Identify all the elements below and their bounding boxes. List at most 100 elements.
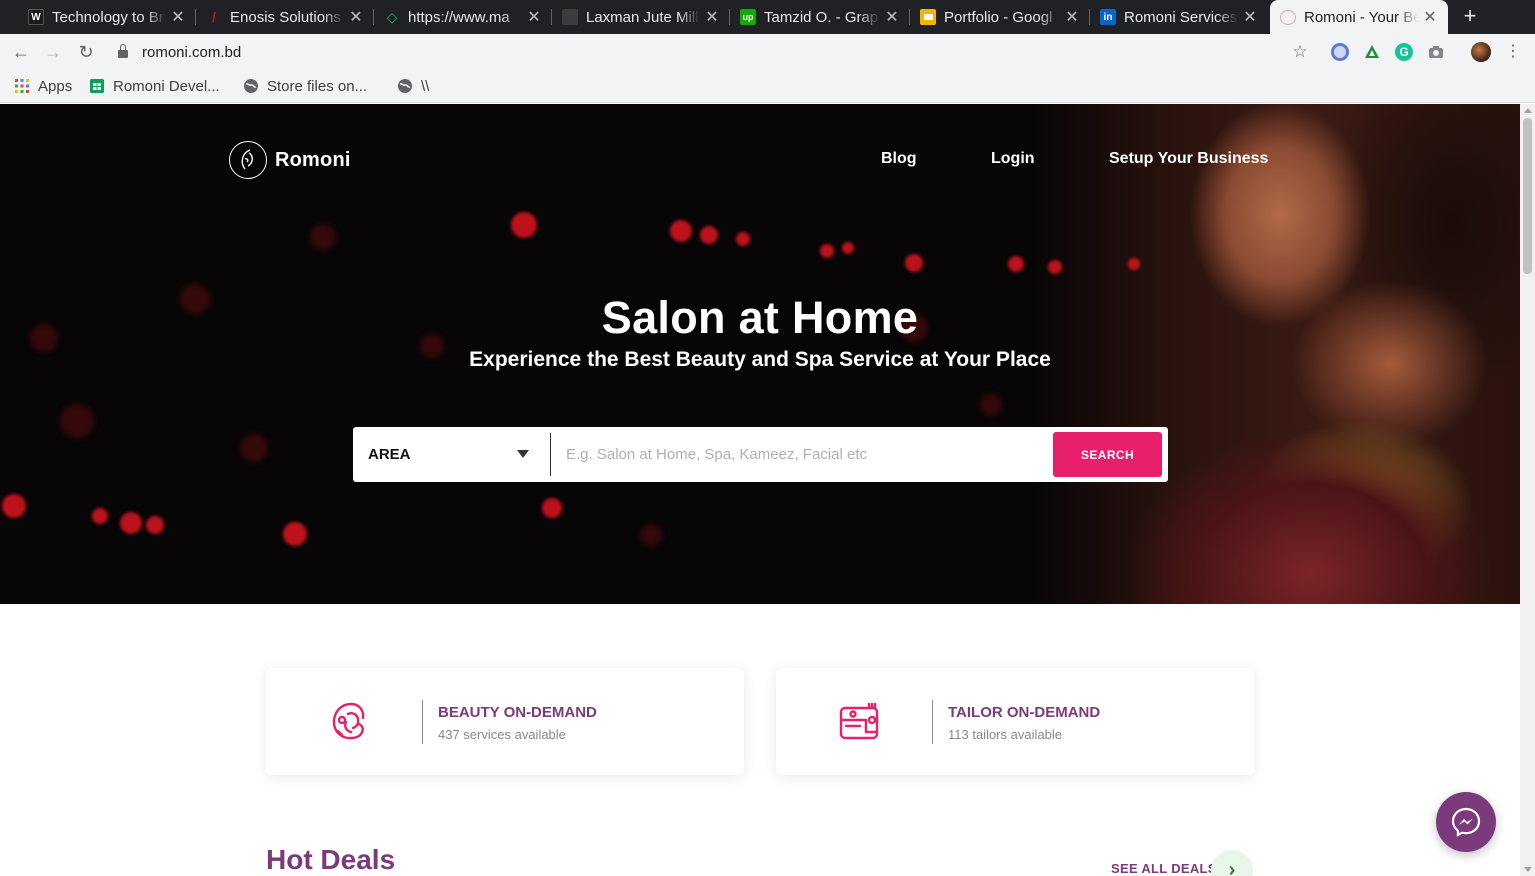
bokeh-light <box>905 254 923 272</box>
new-tab-button[interactable]: + <box>1457 4 1483 30</box>
service-title: TAILOR ON-DEMAND <box>948 704 1101 721</box>
nav-link-setup-business[interactable]: Setup Your Business <box>1109 150 1268 168</box>
bookmark-romoni-devel[interactable]: Romoni Devel... <box>89 76 220 96</box>
browser-tab[interactable]: Portfolio - Googl ✕ <box>910 0 1090 34</box>
bokeh-light <box>542 498 562 518</box>
sewing-machine-icon <box>839 702 879 740</box>
back-arrow-icon[interactable]: ← <box>8 40 34 66</box>
hero-section: Romoni Blog Login Setup Your Business Sa… <box>0 104 1520 604</box>
nav-link-login[interactable]: Login <box>991 150 1035 168</box>
close-tab-icon[interactable]: ✕ <box>348 7 364 27</box>
brand-logo[interactable]: Romoni <box>229 141 351 179</box>
bokeh-light <box>640 524 662 546</box>
bokeh-light <box>310 224 336 250</box>
bokeh-light <box>120 512 142 534</box>
search-button[interactable]: SEARCH <box>1053 432 1162 477</box>
close-tab-icon[interactable]: ✕ <box>1242 7 1258 27</box>
card-divider <box>932 700 933 744</box>
bookmark-label: Store files on... <box>267 77 368 95</box>
hot-deals-heading: Hot Deals <box>266 844 396 875</box>
brand-name: Romoni <box>275 148 351 171</box>
camera-icon[interactable] <box>1427 43 1445 61</box>
bookmark-network-share[interactable]: \\ <box>397 76 429 96</box>
globe-icon <box>398 79 412 93</box>
bokeh-light <box>1048 260 1062 274</box>
search-bar: AREA SEARCH <box>353 427 1168 482</box>
browser-tab-active[interactable]: Romoni - Your Be ✕ <box>1270 0 1448 34</box>
extension-icon[interactable] <box>1331 43 1349 61</box>
bokeh-light <box>92 508 108 524</box>
bokeh-light <box>2 494 26 518</box>
bookmark-store-files[interactable]: Store files on... <box>243 76 367 96</box>
scroll-down-arrow-icon[interactable] <box>1524 867 1532 872</box>
tab-title: Tamzid O. - Grap <box>764 8 879 26</box>
hero-subtitle: Experience the Best Beauty and Spa Servi… <box>469 348 1051 371</box>
browser-menu-icon[interactable]: ⋮ <box>1500 40 1526 66</box>
service-card-tailor[interactable]: TAILOR ON-DEMAND 113 tailors available <box>776 668 1254 775</box>
bokeh-light <box>1008 256 1024 272</box>
bokeh-light <box>283 522 307 546</box>
url-text: romoni.com.bd <box>142 43 242 61</box>
bookmark-label: Apps <box>38 77 73 95</box>
scrollbar-thumb[interactable] <box>1523 118 1532 274</box>
see-all-deals-link[interactable]: SEE ALL DEALS <box>1111 861 1217 876</box>
messenger-chat-button[interactable] <box>1436 792 1496 852</box>
browser-toolbar: ← → ↻ romoni.com.bd ☆ G ⋮ <box>0 34 1535 70</box>
forward-arrow-icon[interactable]: → <box>40 40 66 66</box>
drive-extension-icon[interactable] <box>1363 43 1381 61</box>
browser-tab[interactable]: up Tamzid O. - Grap ✕ <box>730 0 910 34</box>
browser-tab[interactable]: W Technology to Br ✕ <box>18 0 196 34</box>
google-slides-favicon-icon <box>920 9 936 25</box>
bookmark-label: \\ <box>421 77 430 95</box>
close-tab-icon[interactable]: ✕ <box>526 7 542 27</box>
address-bar[interactable]: romoni.com.bd <box>118 42 241 62</box>
enosis-favicon-icon: / <box>212 9 216 25</box>
browser-tab[interactable]: in Romoni Services ✕ <box>1090 0 1268 34</box>
bookmark-label: Romoni Devel... <box>113 77 220 95</box>
grammarly-icon[interactable]: G <box>1395 43 1413 61</box>
close-tab-icon[interactable]: ✕ <box>1422 7 1438 27</box>
nav-link-blog[interactable]: Blog <box>881 150 917 168</box>
lock-icon <box>118 44 128 58</box>
bokeh-light <box>736 232 750 246</box>
reload-icon[interactable]: ↻ <box>73 40 99 66</box>
close-tab-icon[interactable]: ✕ <box>704 7 720 27</box>
service-title: BEAUTY ON-DEMAND <box>438 704 597 721</box>
caret-down-icon <box>517 450 529 458</box>
search-input[interactable] <box>566 427 1046 482</box>
close-tab-icon[interactable]: ✕ <box>1064 7 1080 27</box>
bokeh-light <box>842 242 854 254</box>
browser-tab-strip: W Technology to Br ✕ / Enosis Solutions … <box>0 0 1535 34</box>
service-count: 437 services available <box>438 727 566 742</box>
area-select-label: AREA <box>368 446 411 463</box>
bookmark-apps[interactable]: Apps <box>14 76 72 96</box>
close-tab-icon[interactable]: ✕ <box>170 7 186 27</box>
globe-icon <box>244 79 258 93</box>
blank-favicon-icon <box>562 9 578 25</box>
tab-title: Technology to Br <box>52 8 164 26</box>
diamond-favicon-icon: ◇ <box>386 8 398 25</box>
scroll-up-arrow-icon[interactable] <box>1524 108 1532 113</box>
card-divider <box>422 700 423 744</box>
bokeh-light <box>511 212 537 238</box>
bokeh-light <box>240 434 268 462</box>
bokeh-light <box>60 404 94 438</box>
upwork-favicon-icon: up <box>740 9 756 25</box>
browser-tab[interactable]: ◇ https://www.ma ✕ <box>374 0 552 34</box>
service-card-beauty[interactable]: BEAUTY ON-DEMAND 437 services available <box>266 668 744 775</box>
bokeh-light <box>670 220 692 242</box>
bookmark-star-icon[interactable]: ☆ <box>1287 40 1313 66</box>
chevron-right-icon[interactable]: › <box>1211 850 1253 876</box>
bokeh-light <box>146 516 164 534</box>
page-scrollbar[interactable] <box>1520 104 1535 876</box>
bokeh-light <box>700 226 718 244</box>
tab-title: Romoni - Your Be <box>1304 8 1418 26</box>
romoni-logo-icon <box>229 141 267 179</box>
bokeh-light <box>1128 258 1140 270</box>
close-tab-icon[interactable]: ✕ <box>884 7 900 27</box>
tab-title: https://www.ma <box>408 8 510 26</box>
browser-tab[interactable]: / Enosis Solutions ✕ <box>196 0 374 34</box>
profile-avatar[interactable] <box>1471 42 1491 62</box>
browser-tab[interactable]: Laxman Jute Mill ✕ <box>552 0 730 34</box>
area-select[interactable]: AREA <box>353 427 550 482</box>
